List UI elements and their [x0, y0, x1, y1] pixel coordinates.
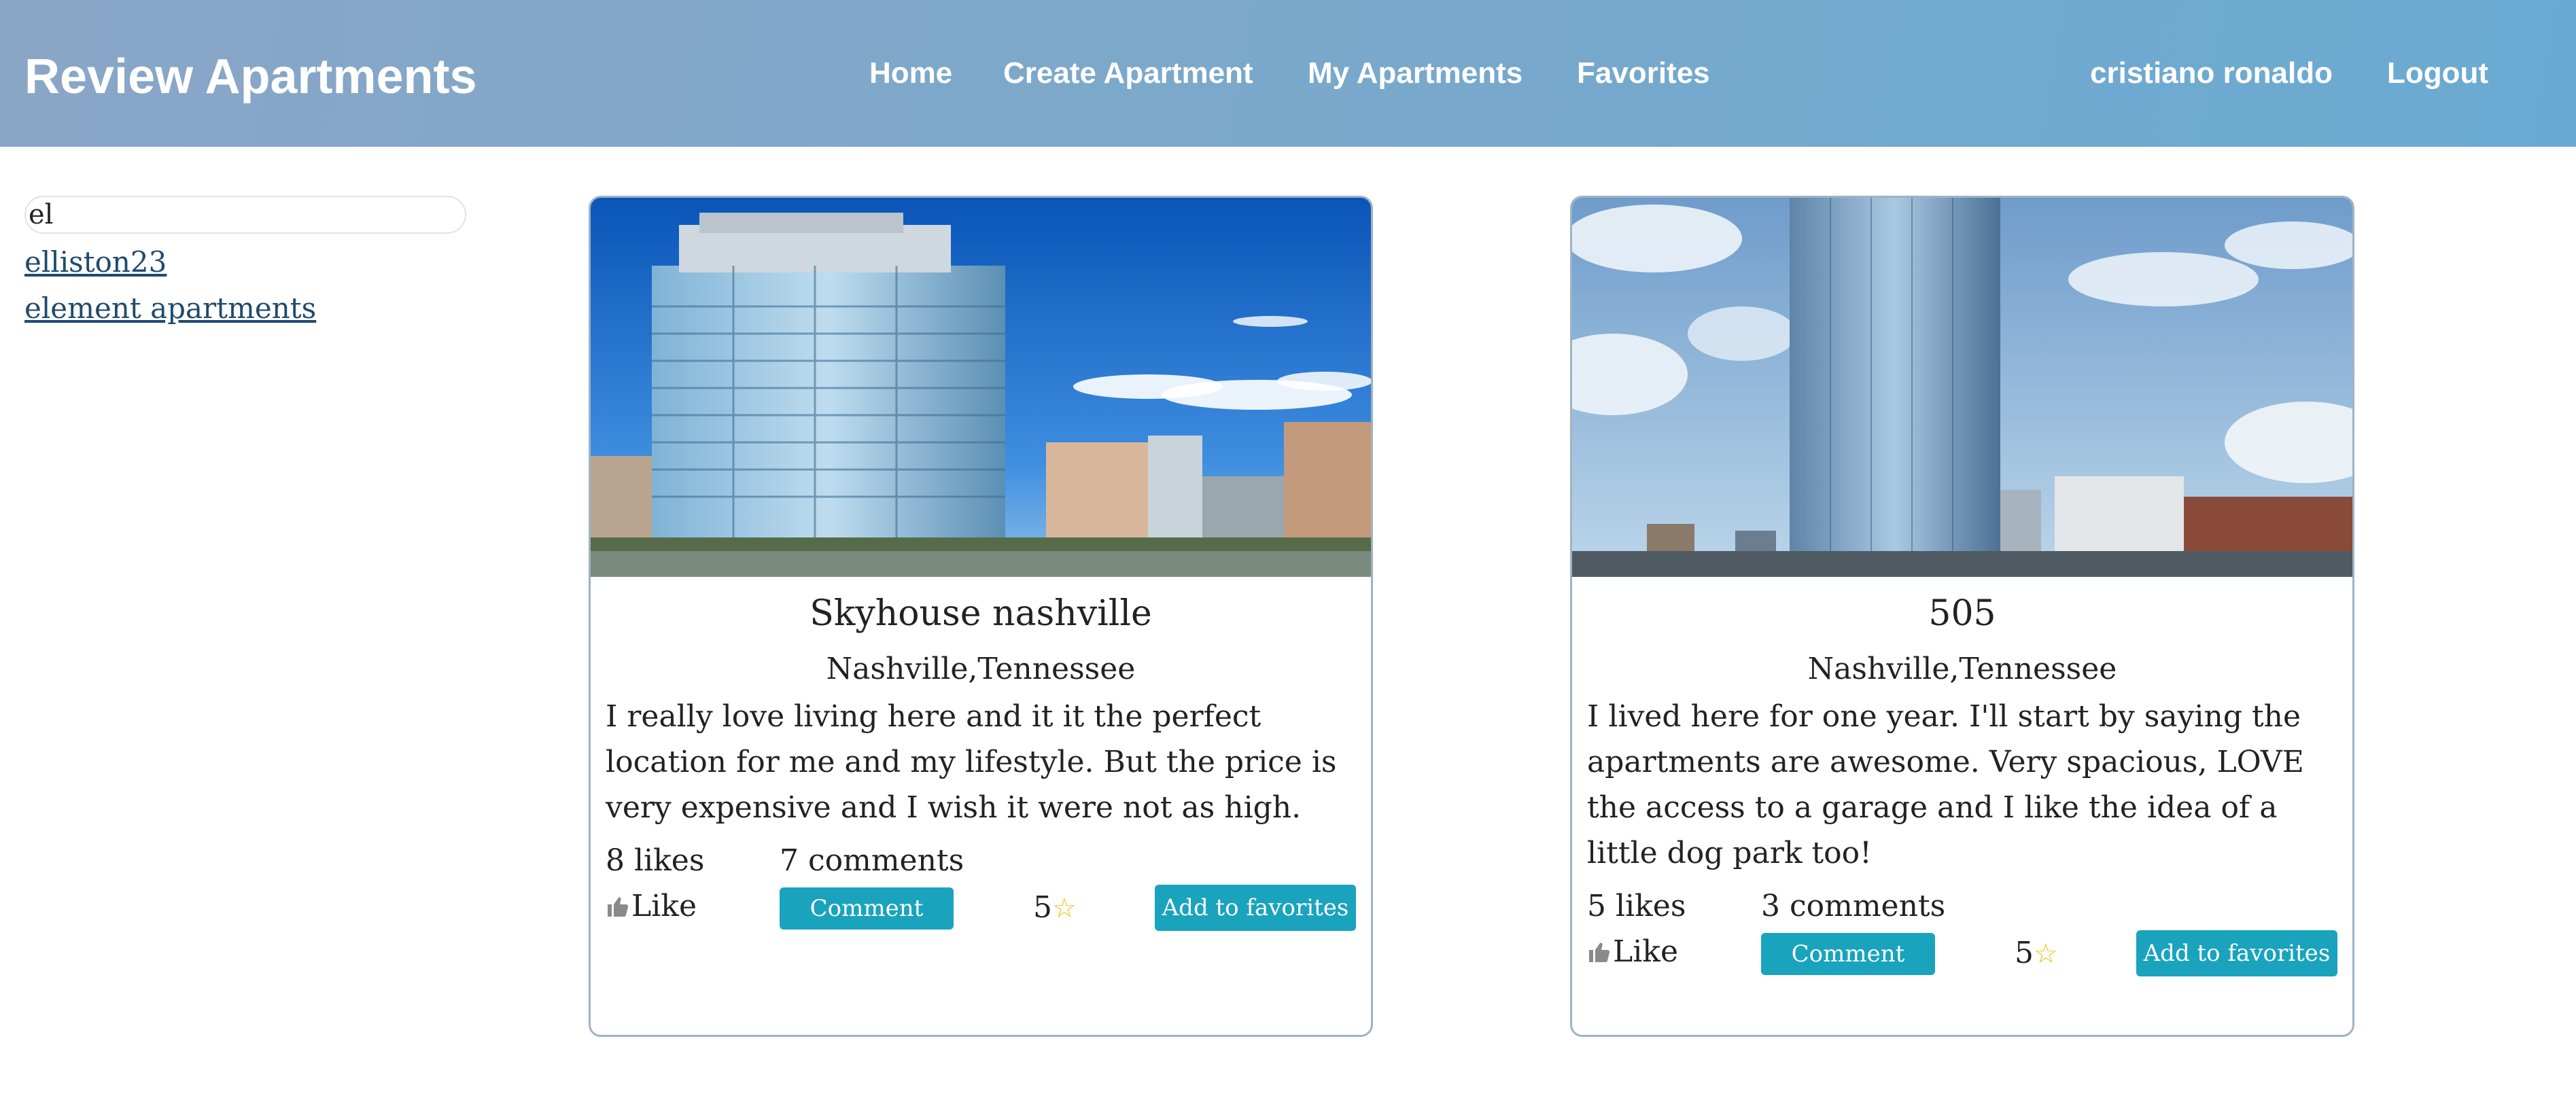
- star-icon: ☆: [2034, 938, 2058, 970]
- search-input[interactable]: [24, 196, 466, 234]
- like-button[interactable]: Like: [606, 886, 697, 927]
- star-icon: ☆: [1052, 893, 1077, 924]
- apartment-photo: [1572, 198, 2352, 577]
- apartment-card: Skyhouse nashville Nashville,Tennessee I…: [589, 196, 1373, 1037]
- apartment-title: 505: [1928, 593, 1996, 634]
- stats-row: 8 likes 7 comments: [591, 838, 1371, 883]
- comments-count: 7 comments: [780, 843, 964, 878]
- comment-button[interactable]: Comment: [780, 887, 954, 930]
- thumbs-up-icon: [608, 897, 629, 917]
- nav-favorites-link[interactable]: Favorites: [1577, 54, 1710, 92]
- apartment-photo: [591, 198, 1371, 577]
- like-button[interactable]: Like: [1587, 932, 1678, 972]
- brand-title[interactable]: Review Apartments: [24, 48, 477, 106]
- nav-my-apartments-link[interactable]: My Apartments: [1308, 54, 1522, 92]
- like-label: Like: [1613, 934, 1678, 969]
- likes-count: 8 likes: [606, 843, 705, 878]
- action-row: Like Comment 5☆ Add to favorites: [591, 883, 1371, 932]
- action-row: Like Comment 5☆ Add to favorites: [1572, 929, 2352, 978]
- likes-count: 5 likes: [1587, 889, 1686, 923]
- rating: 5☆: [1033, 887, 1077, 929]
- like-label: Like: [631, 889, 697, 923]
- thumbs-up-icon: [1589, 942, 1610, 962]
- comment-button[interactable]: Comment: [1761, 933, 1935, 975]
- nav-create-apartment-link[interactable]: Create Apartment: [1003, 54, 1253, 92]
- rating: 5☆: [2015, 933, 2058, 974]
- nav-home-link[interactable]: Home: [869, 54, 952, 92]
- apartment-title: Skyhouse nashville: [810, 593, 1152, 634]
- apartment-card: 505 Nashville,Tennessee I lived here for…: [1570, 196, 2354, 1037]
- add-to-favorites-button[interactable]: Add to favorites: [1155, 885, 1356, 931]
- comments-count: 3 comments: [1761, 889, 1946, 923]
- apartment-description: I lived here for one year. I'll start by…: [1587, 699, 2304, 870]
- search-result-link[interactable]: elliston23: [24, 239, 316, 285]
- search-result-link[interactable]: element apartments: [24, 285, 316, 332]
- user-name-link[interactable]: cristiano ronaldo: [2090, 54, 2333, 92]
- apartment-location: Nashville,Tennessee: [826, 652, 1136, 686]
- rating-value: 5: [2015, 936, 2034, 970]
- add-to-favorites-button[interactable]: Add to favorites: [2136, 930, 2337, 976]
- stats-row: 5 likes 3 comments: [1572, 884, 2352, 929]
- rating-value: 5: [1033, 890, 1052, 925]
- apartment-location: Nashville,Tennessee: [1807, 652, 2117, 686]
- search-results: elliston23 element apartments: [24, 239, 316, 332]
- logout-link[interactable]: Logout: [2387, 54, 2488, 92]
- apartment-description: I really love living here and it it the …: [606, 699, 1337, 825]
- top-navbar: Review Apartments Home Create Apartment …: [0, 0, 2576, 147]
